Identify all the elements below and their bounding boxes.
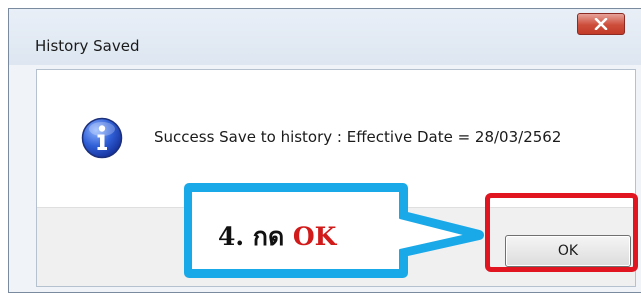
close-icon (594, 18, 608, 30)
dialog-title: History Saved (35, 37, 140, 55)
title-bar[interactable]: History Saved (9, 9, 641, 65)
info-icon (81, 117, 123, 159)
callout-step-text: 4. กด (218, 222, 285, 251)
message-text: Success Save to history : Effective Date… (154, 128, 562, 146)
callout-ok-text: OK (292, 222, 337, 251)
ok-highlight-box (485, 193, 638, 272)
close-button[interactable] (577, 13, 625, 35)
callout-step-label: 4. กด OK (218, 217, 336, 257)
